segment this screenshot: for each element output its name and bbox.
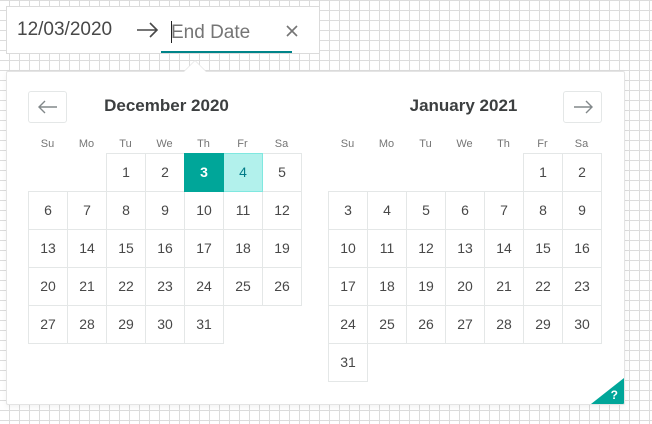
weekday-label: Mo bbox=[378, 138, 395, 150]
day-cell[interactable]: 5 bbox=[262, 153, 302, 192]
day-cell[interactable]: 15 bbox=[523, 229, 563, 268]
day-cell[interactable]: 28 bbox=[484, 305, 524, 344]
weekday-label: Tu bbox=[119, 138, 132, 150]
start-date-input[interactable]: 12/03/2020 bbox=[17, 19, 112, 41]
day-cell[interactable]: 11 bbox=[223, 191, 263, 230]
day-cell[interactable]: 10 bbox=[184, 191, 224, 230]
day-cell[interactable]: 22 bbox=[106, 267, 146, 306]
next-month-button[interactable] bbox=[563, 91, 602, 123]
day-cell[interactable]: 20 bbox=[28, 267, 68, 306]
weekday-label: Su bbox=[340, 138, 355, 150]
day-cell[interactable]: 8 bbox=[106, 191, 146, 230]
day-cell[interactable]: 31 bbox=[328, 343, 368, 382]
weekday-header: Su Mo Tu We Th Fr Sa bbox=[328, 138, 601, 150]
day-cell[interactable]: 14 bbox=[484, 229, 524, 268]
day-cell[interactable]: 12 bbox=[406, 229, 446, 268]
weekday-label: Sa bbox=[574, 138, 589, 150]
day-cell[interactable]: 24 bbox=[184, 267, 224, 306]
day-cell[interactable]: 12 bbox=[262, 191, 302, 230]
popover-notch bbox=[184, 61, 206, 72]
day-cell[interactable]: 28 bbox=[67, 305, 107, 344]
day-cell[interactable]: 1 bbox=[523, 153, 563, 192]
day-cell[interactable]: 22 bbox=[523, 267, 563, 306]
date-picker-panel: December 2020 January 2021 Su Mo Tu We T… bbox=[6, 71, 625, 405]
arrow-right-icon bbox=[574, 100, 593, 114]
weekday-label: Fr bbox=[237, 138, 248, 150]
day-cell[interactable]: 9 bbox=[562, 191, 602, 230]
arrow-right-icon bbox=[137, 22, 159, 38]
day-cell[interactable]: 7 bbox=[67, 191, 107, 230]
day-cell[interactable]: 16 bbox=[562, 229, 602, 268]
day-cell[interactable]: 4 bbox=[367, 191, 407, 230]
day-cell[interactable]: 14 bbox=[67, 229, 107, 268]
day-cell[interactable]: 2 bbox=[562, 153, 602, 192]
day-cell[interactable]: 1 bbox=[106, 153, 146, 192]
day-cell[interactable]: 20 bbox=[445, 267, 485, 306]
day-cell[interactable]: 21 bbox=[67, 267, 107, 306]
day-cell[interactable]: 3 bbox=[328, 191, 368, 230]
day-cell[interactable]: 10 bbox=[328, 229, 368, 268]
day-cell[interactable]: 6 bbox=[28, 191, 68, 230]
day-cell[interactable]: 5 bbox=[406, 191, 446, 230]
weekday-label: Th bbox=[497, 138, 510, 150]
weekday-label: We bbox=[156, 138, 173, 150]
day-cell[interactable]: 26 bbox=[262, 267, 302, 306]
clear-icon[interactable] bbox=[284, 23, 300, 39]
day-cell[interactable]: 13 bbox=[28, 229, 68, 268]
day-cell[interactable]: 18 bbox=[367, 267, 407, 306]
weekday-header: Su Mo Tu We Th Fr Sa bbox=[28, 138, 301, 150]
weekday-label: Th bbox=[197, 138, 210, 150]
day-cell[interactable]: 26 bbox=[406, 305, 446, 344]
day-cell[interactable]: 7 bbox=[484, 191, 524, 230]
help-corner bbox=[591, 378, 624, 404]
weekday-label: Su bbox=[40, 138, 55, 150]
end-date-input[interactable] bbox=[161, 16, 291, 50]
day-cell[interactable]: 6 bbox=[445, 191, 485, 230]
month-title-december: December 2020 bbox=[104, 96, 229, 115]
day-cell[interactable]: 30 bbox=[145, 305, 185, 344]
day-cell[interactable]: 27 bbox=[445, 305, 485, 344]
day-cell[interactable]: 31 bbox=[184, 305, 224, 344]
weekday-label: Mo bbox=[78, 138, 95, 150]
arrow-left-icon bbox=[38, 100, 57, 114]
text-cursor bbox=[171, 21, 172, 43]
day-cell[interactable]: 23 bbox=[145, 267, 185, 306]
keyboard-shortcuts-help-button[interactable]: ? bbox=[591, 378, 624, 404]
day-cell[interactable]: 16 bbox=[145, 229, 185, 268]
day-cell[interactable]: 17 bbox=[328, 267, 368, 306]
day-cell[interactable]: 4 bbox=[223, 153, 263, 192]
weekday-label: Tu bbox=[419, 138, 432, 150]
day-cell[interactable]: 19 bbox=[262, 229, 302, 268]
day-cell[interactable]: 25 bbox=[367, 305, 407, 344]
focus-underline bbox=[161, 51, 292, 53]
day-cell[interactable]: 15 bbox=[106, 229, 146, 268]
day-cell[interactable]: 9 bbox=[145, 191, 185, 230]
prev-month-button[interactable] bbox=[28, 91, 67, 123]
month-title-january: January 2021 bbox=[409, 96, 518, 115]
day-cell[interactable]: 13 bbox=[445, 229, 485, 268]
day-cell[interactable]: 23 bbox=[562, 267, 602, 306]
day-cell[interactable]: 24 bbox=[328, 305, 368, 344]
day-cell[interactable]: 18 bbox=[223, 229, 263, 268]
day-cell[interactable]: 8 bbox=[523, 191, 563, 230]
day-cell[interactable]: 29 bbox=[106, 305, 146, 344]
help-icon: ? bbox=[610, 388, 618, 402]
day-cell[interactable]: 29 bbox=[523, 305, 563, 344]
weekday-label: We bbox=[456, 138, 473, 150]
weekday-label: Fr bbox=[537, 138, 548, 150]
day-cell[interactable]: 2 bbox=[145, 153, 185, 192]
day-cell[interactable]: 19 bbox=[406, 267, 446, 306]
weekday-label: Sa bbox=[274, 138, 289, 150]
day-cell[interactable]: 3 bbox=[184, 153, 224, 192]
day-cell[interactable]: 25 bbox=[223, 267, 263, 306]
day-cell[interactable]: 11 bbox=[367, 229, 407, 268]
day-cell[interactable]: 27 bbox=[28, 305, 68, 344]
date-range-input: 12/03/2020 bbox=[6, 6, 320, 54]
day-cell[interactable]: 21 bbox=[484, 267, 524, 306]
day-cell[interactable]: 17 bbox=[184, 229, 224, 268]
day-cell[interactable]: 30 bbox=[562, 305, 602, 344]
